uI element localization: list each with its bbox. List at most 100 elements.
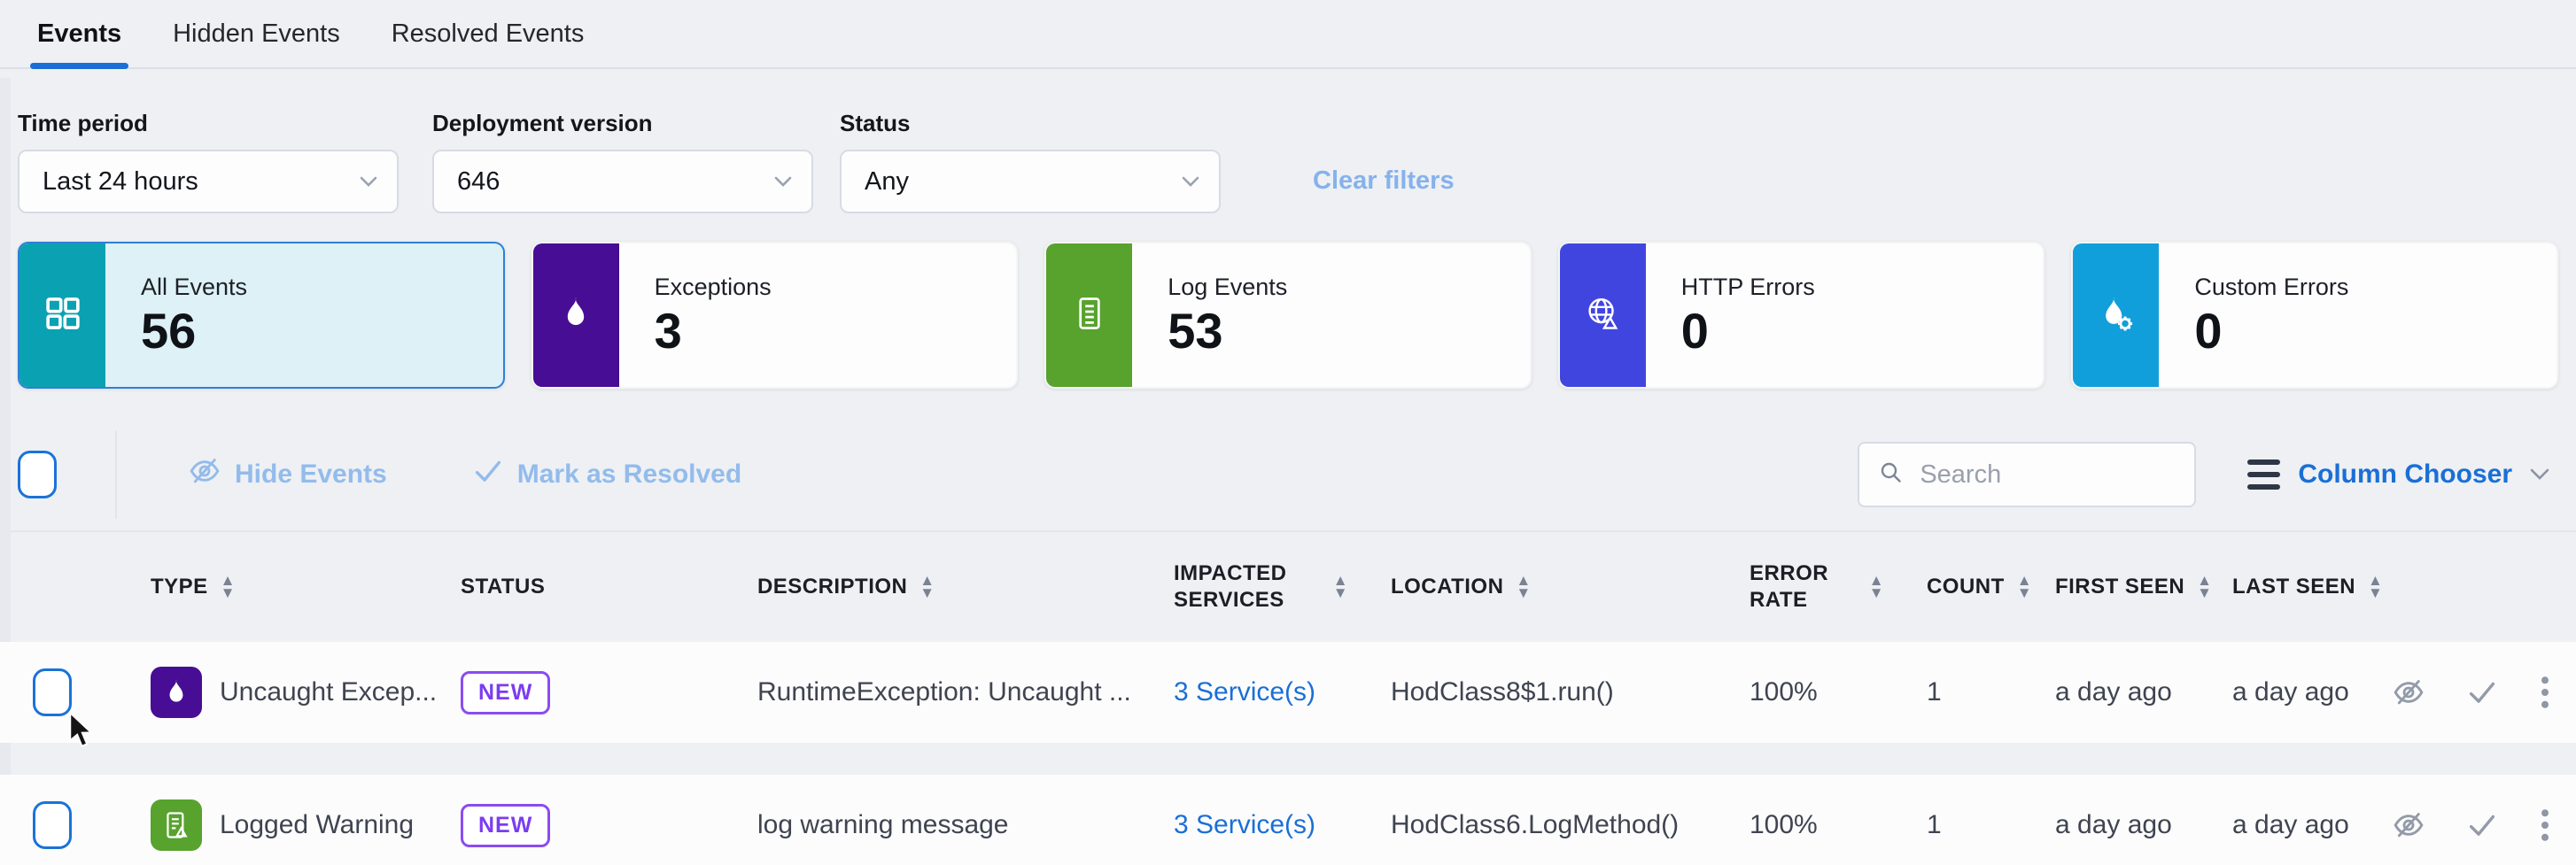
- column-header-type[interactable]: TYPE ▲▼: [133, 575, 443, 599]
- table-header: TYPE ▲▼ STATUS DESCRIPTION ▲▼ IMPACTED S…: [0, 532, 2576, 642]
- column-header-last-seen[interactable]: LAST SEEN ▲▼: [2215, 575, 2392, 599]
- flame-icon: [151, 667, 202, 718]
- eye-slash-icon: [2392, 808, 2425, 842]
- last-seen-value: a day ago: [2215, 810, 2392, 840]
- status-value: Any: [865, 167, 909, 197]
- status-badge: NEW: [461, 804, 550, 847]
- column-label: ERROR RATE: [1750, 560, 1834, 614]
- status-badge: NEW: [461, 671, 550, 714]
- row-checkbox[interactable]: [33, 801, 72, 849]
- column-label: TYPE: [151, 575, 208, 599]
- tab-events[interactable]: Events: [37, 0, 121, 67]
- hide-events-button[interactable]: Hide Events: [188, 454, 387, 495]
- error-rate-value: 100%: [1732, 677, 1909, 707]
- column-header-description[interactable]: DESCRIPTION ▲▼: [740, 575, 1156, 599]
- time-period-select[interactable]: Last 24 hours: [18, 150, 399, 213]
- column-label: DESCRIPTION: [757, 575, 907, 599]
- event-description: log warning message: [740, 810, 1156, 840]
- hide-events-label: Hide Events: [235, 460, 387, 490]
- kebab-menu-icon[interactable]: [2539, 675, 2551, 710]
- sort-icon: ▲▼: [2017, 575, 2032, 599]
- toolbar-divider: [115, 430, 117, 519]
- error-rate-value: 100%: [1732, 810, 1909, 840]
- impacted-services-link[interactable]: 3 Service(s): [1174, 677, 1315, 707]
- globe-warning-icon: [1582, 293, 1623, 338]
- card-label: Exceptions: [655, 274, 772, 301]
- card-log-events[interactable]: Log Events 53: [1044, 242, 1532, 389]
- clear-filters-link[interactable]: Clear filters: [1313, 166, 1455, 196]
- summary-cards: All Events 56 Exceptions 3 Log Events 53: [0, 242, 2576, 389]
- column-label: LOCATION: [1391, 575, 1503, 599]
- column-chooser-label: Column Chooser: [2298, 460, 2512, 490]
- row-checkbox[interactable]: [33, 668, 72, 716]
- deployment-version-value: 646: [457, 167, 500, 197]
- time-period-filter: Time period Last 24 hours: [18, 110, 399, 213]
- column-label: FIRST SEEN: [2055, 575, 2184, 599]
- sort-icon: ▲▼: [1869, 575, 1884, 599]
- sort-icon: ▲▼: [1516, 575, 1531, 599]
- first-seen-value: a day ago: [2037, 677, 2215, 707]
- resolve-event-button[interactable]: [2466, 676, 2498, 708]
- first-seen-value: a day ago: [2037, 810, 2215, 840]
- event-location: HodClass8$1.run(): [1373, 677, 1732, 707]
- search-input[interactable]: [1920, 460, 2176, 490]
- hide-event-button[interactable]: [2392, 676, 2425, 709]
- card-all-events[interactable]: All Events 56: [18, 242, 505, 389]
- event-type-label: Uncaught Excep...: [220, 677, 437, 707]
- chevron-down-icon: [360, 176, 377, 188]
- check-icon: [472, 455, 504, 494]
- filters-bar: Time period Last 24 hours Deployment ver…: [0, 110, 2576, 213]
- status-label: Status: [840, 110, 1221, 137]
- event-type-label: Logged Warning: [220, 810, 414, 840]
- card-custom-errors[interactable]: Custom Errors 0: [2071, 242, 2558, 389]
- sort-icon: ▲▼: [221, 575, 236, 599]
- kebab-menu-icon[interactable]: [2539, 807, 2551, 843]
- card-label: HTTP Errors: [1681, 274, 1815, 301]
- column-header-first-seen[interactable]: FIRST SEEN ▲▼: [2037, 575, 2215, 599]
- tab-hidden-events[interactable]: Hidden Events: [173, 0, 340, 67]
- sort-icon: ▲▼: [2368, 575, 2383, 599]
- column-label: STATUS: [461, 575, 545, 599]
- column-header-status: STATUS: [443, 575, 740, 599]
- mark-resolved-button[interactable]: Mark as Resolved: [472, 455, 741, 494]
- search-box: [1858, 442, 2196, 507]
- chevron-down-icon: [2530, 468, 2549, 481]
- check-icon: [2466, 676, 2498, 708]
- card-http-errors[interactable]: HTTP Errors 0: [1558, 242, 2045, 389]
- count-value: 1: [1909, 810, 2037, 840]
- column-header-error-rate[interactable]: ERROR RATE ▲▼: [1732, 560, 1909, 614]
- sort-icon: ▲▼: [2197, 575, 2212, 599]
- table-row: Logged Warning NEW log warning message 3…: [0, 775, 2576, 865]
- mark-resolved-label: Mark as Resolved: [517, 460, 741, 490]
- check-icon: [2466, 809, 2498, 841]
- status-filter: Status Any: [840, 110, 1221, 213]
- select-all-checkbox[interactable]: [18, 451, 57, 498]
- sort-icon: ▲▼: [919, 575, 935, 599]
- sort-icon: ▲▼: [1333, 575, 1348, 599]
- card-label: All Events: [141, 274, 247, 301]
- status-select[interactable]: Any: [840, 150, 1221, 213]
- table-row: Uncaught Excep... NEW RuntimeException: …: [0, 642, 2576, 743]
- hide-event-button[interactable]: [2392, 808, 2425, 842]
- count-value: 1: [1909, 677, 2037, 707]
- column-header-impacted-services[interactable]: IMPACTED SERVICES ▲▼: [1156, 560, 1373, 614]
- column-header-location[interactable]: LOCATION ▲▼: [1373, 575, 1732, 599]
- card-value: 56: [141, 305, 247, 356]
- impacted-services-link[interactable]: 3 Service(s): [1174, 810, 1315, 839]
- card-label: Log Events: [1168, 274, 1287, 301]
- card-value: 0: [2194, 305, 2348, 356]
- column-label: COUNT: [1927, 575, 2005, 599]
- deployment-version-select[interactable]: 646: [432, 150, 813, 213]
- card-exceptions[interactable]: Exceptions 3: [531, 242, 1019, 389]
- card-value: 3: [655, 305, 772, 356]
- event-location: HodClass6.LogMethod(): [1373, 810, 1732, 840]
- column-header-count[interactable]: COUNT ▲▼: [1909, 575, 2037, 599]
- chevron-down-icon: [774, 176, 792, 188]
- flame-icon: [557, 295, 594, 336]
- eye-slash-icon: [2392, 676, 2425, 709]
- time-period-value: Last 24 hours: [43, 167, 198, 197]
- column-chooser-button[interactable]: Column Chooser: [2247, 460, 2549, 490]
- resolve-event-button[interactable]: [2466, 809, 2498, 841]
- left-scrollbar[interactable]: [0, 78, 11, 865]
- tab-resolved-events[interactable]: Resolved Events: [392, 0, 585, 67]
